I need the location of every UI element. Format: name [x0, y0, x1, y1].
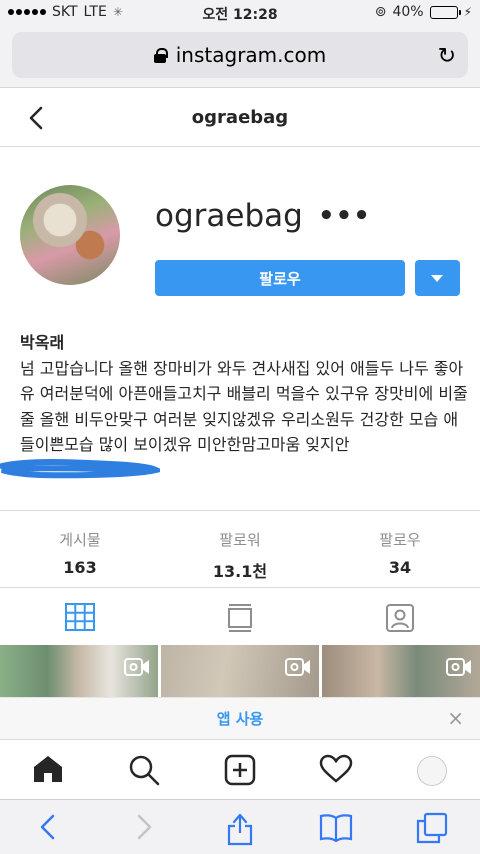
page-title: ograebag [191, 107, 289, 128]
more-options-icon[interactable]: ••• [318, 201, 371, 231]
address-bar[interactable]: instagram.com ↻ [12, 32, 468, 78]
search-icon [129, 755, 160, 786]
browser-bottom-toolbar [0, 799, 480, 854]
stat-label: 게시물 [59, 531, 101, 549]
nav-new-post[interactable] [192, 740, 288, 799]
follow-button[interactable]: 팔로우 [155, 260, 405, 296]
instagram-bottom-nav [0, 739, 480, 799]
tabs-icon [416, 812, 448, 844]
own-avatar [417, 756, 447, 786]
profile-avatar[interactable] [20, 185, 120, 285]
chevron-right-icon [137, 814, 152, 840]
status-right: ⊚ 40% ⚡ [375, 4, 472, 20]
tab-tagged[interactable] [320, 589, 480, 645]
stat-label: 팔로우 [379, 531, 421, 549]
photo-grid [0, 645, 480, 697]
grid-icon [65, 603, 95, 631]
tab-list[interactable] [160, 589, 320, 645]
list-feed-icon [228, 604, 252, 632]
video-icon [446, 658, 471, 676]
browser-tabs[interactable] [384, 800, 480, 854]
charging-icon: ⚡ [463, 5, 472, 19]
share-icon [227, 813, 253, 846]
stat-value: 34 [388, 558, 412, 577]
suggestions-dropdown-button[interactable] [415, 260, 460, 296]
stat-value: 13.1천 [212, 562, 268, 581]
chevron-left-icon [40, 814, 55, 840]
profile-stats: 게시물 163 팔로워 13.1천 팔로우 34 [0, 510, 480, 588]
stat-label: 팔로워 [219, 531, 261, 549]
browser-share[interactable] [192, 800, 288, 854]
profile-username: ograebag [155, 198, 303, 234]
video-icon [285, 658, 310, 676]
profile-bio: 박옥래 넘 고맙습니다 올핸 장마비가 와두 견사새집 있어 애들두 나두 좋아… [20, 330, 470, 458]
browser-back[interactable] [0, 800, 96, 854]
lock-icon [153, 47, 168, 63]
grid-post[interactable] [322, 645, 480, 697]
browser-bookmarks[interactable] [288, 800, 384, 854]
nav-home[interactable] [0, 740, 96, 799]
heart-icon [319, 754, 353, 783]
tab-grid[interactable] [0, 589, 160, 645]
nav-profile[interactable] [384, 740, 480, 799]
open-app-button[interactable]: 앱 사용 [0, 708, 480, 729]
redaction-scribble [0, 459, 160, 479]
battery-percent: 40% [392, 4, 424, 20]
home-icon [34, 756, 62, 782]
battery-icon [429, 5, 461, 19]
status-bar: SKT LTE ✳ 오전 12:28 ⊚ 40% ⚡ [0, 0, 480, 26]
bio-text: 넘 고맙습니다 올핸 장마비가 와두 견사새집 있어 애들두 나두 좋아유 여러… [20, 358, 468, 455]
grid-post[interactable] [161, 645, 319, 697]
stat-posts: 게시물 163 [0, 511, 160, 587]
rotation-lock-icon: ⊚ [374, 4, 387, 20]
url-text: instagram.com [175, 43, 327, 67]
reload-icon[interactable]: ↻ [438, 44, 456, 69]
add-post-icon [224, 754, 256, 786]
profile-header: ograebag [0, 89, 480, 147]
browser-forward[interactable] [96, 800, 192, 854]
profile-view-tabs [0, 589, 480, 645]
stat-following[interactable]: 팔로우 34 [320, 511, 480, 587]
stat-value: 163 [63, 558, 97, 577]
open-app-banner: 앱 사용 × [0, 697, 480, 739]
browser-toolbar: instagram.com ↻ [0, 26, 480, 88]
close-icon[interactable]: × [447, 706, 464, 730]
nav-activity[interactable] [288, 740, 384, 799]
tagged-person-icon [386, 604, 414, 632]
nav-search[interactable] [96, 740, 192, 799]
book-icon [319, 814, 353, 842]
video-icon [124, 658, 149, 676]
stat-followers[interactable]: 팔로워 13.1천 [160, 511, 320, 587]
grid-post[interactable] [0, 645, 158, 697]
profile-full-name: 박옥래 [20, 333, 65, 352]
